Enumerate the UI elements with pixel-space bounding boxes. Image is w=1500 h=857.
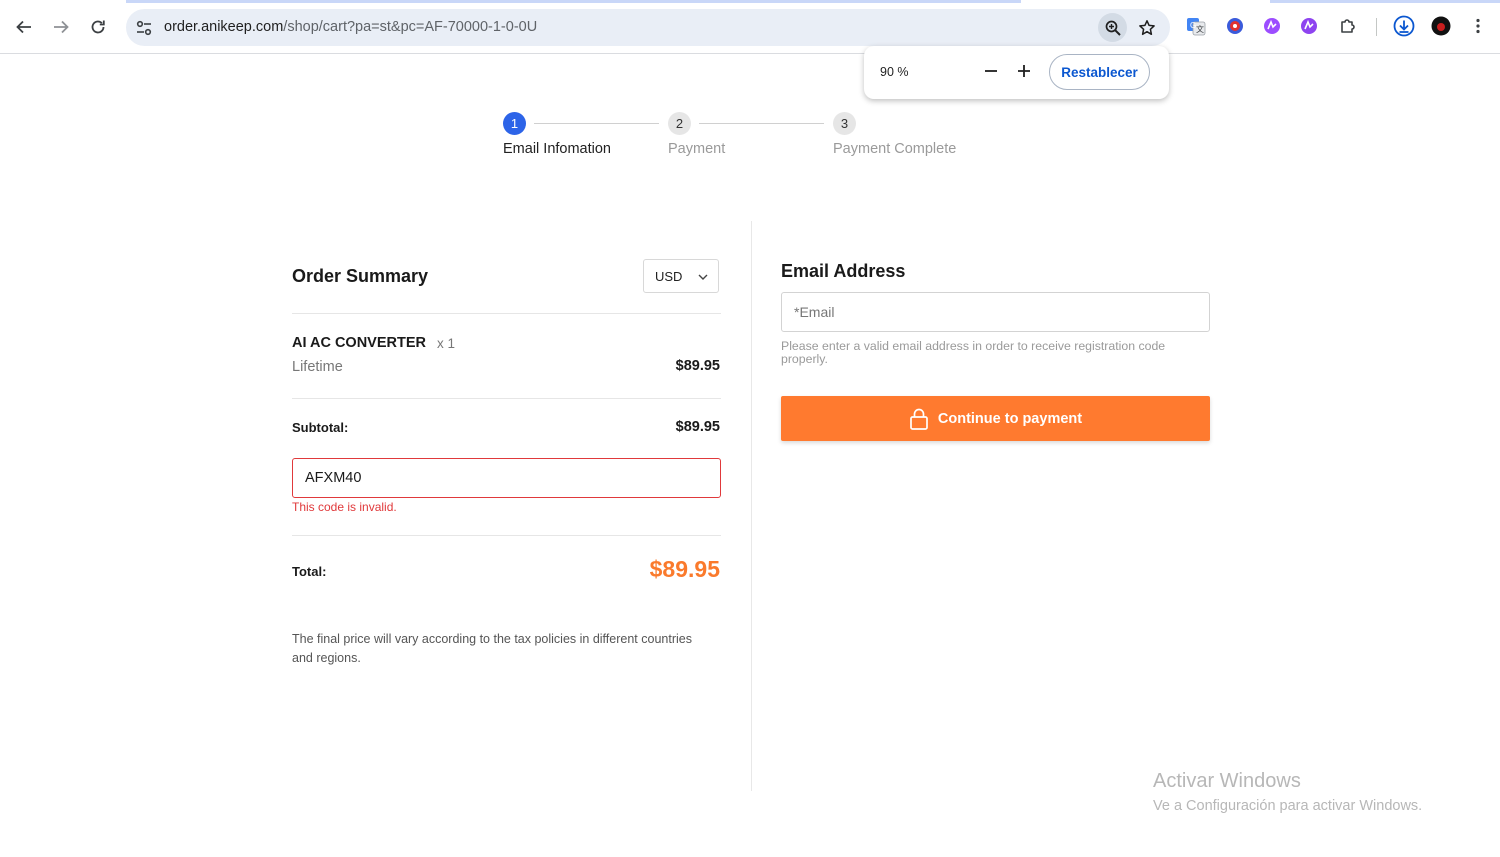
step-2-label: Payment — [668, 141, 726, 157]
lock-icon — [910, 408, 928, 430]
divider — [292, 535, 721, 536]
subtotal-label: Subtotal: — [292, 420, 349, 435]
extensions-puzzle-icon[interactable] — [1338, 16, 1358, 36]
reload-icon[interactable] — [85, 14, 111, 40]
zoom-icon[interactable] — [1098, 13, 1127, 42]
windows-activation-subtitle: Ve a Configuración para activar Windows. — [1153, 798, 1423, 814]
windows-activation-title: Activar Windows — [1153, 770, 1301, 792]
divider — [292, 313, 721, 314]
divider — [292, 398, 721, 399]
step-1-label: Email Infomation — [503, 141, 611, 157]
product-license-term: Lifetime — [292, 359, 343, 375]
coupon-code-input[interactable] — [292, 458, 721, 498]
product-quantity: x 1 — [437, 336, 456, 351]
step-3-number: 3 — [833, 112, 856, 135]
zoom-reset-button[interactable]: Restablecer — [1049, 54, 1150, 90]
url-text[interactable]: order.anikeep.com/shop/cart?pa=st&pc=AF-… — [164, 19, 537, 35]
step-connector — [534, 123, 659, 124]
minus-icon — [985, 70, 997, 72]
total-value: $89.95 — [649, 556, 720, 582]
address-bar[interactable]: order.anikeep.com/shop/cart?pa=st&pc=AF-… — [126, 9, 1170, 46]
column-divider — [751, 221, 752, 791]
more-menu-icon[interactable] — [1468, 16, 1488, 36]
url-path: /shop/cart?pa=st&pc=AF-70000-1-0-0U — [283, 19, 538, 35]
url-host: order.anikeep.com — [164, 19, 284, 35]
site-settings-icon[interactable] — [135, 19, 153, 37]
continue-to-payment-button[interactable]: Continue to payment — [781, 396, 1210, 441]
tax-disclaimer: The final price will vary according to t… — [292, 632, 692, 665]
tab-strip-highlight — [1270, 0, 1500, 3]
email-input[interactable] — [781, 292, 1210, 332]
zoom-popup: 90 % Restablecer — [864, 46, 1169, 99]
google-translate-icon[interactable]: G文 — [1186, 16, 1206, 36]
currency-select[interactable]: USD — [643, 259, 719, 293]
svg-text:文: 文 — [1196, 24, 1204, 34]
forward-arrow-icon[interactable] — [48, 14, 74, 40]
extension-purple-2-icon[interactable] — [1299, 16, 1319, 36]
download-icon[interactable] — [1393, 15, 1415, 37]
zoom-out-button[interactable] — [981, 60, 1001, 82]
total-label: Total: — [292, 564, 327, 579]
bookmark-star-icon[interactable] — [1132, 13, 1161, 42]
tab-strip-highlight — [126, 0, 1021, 3]
product-name: AI AC CONVERTER — [292, 335, 426, 351]
zoom-in-button[interactable] — [1014, 60, 1034, 82]
step-1-number: 1 — [503, 112, 526, 135]
extension-purple-icon[interactable] — [1262, 16, 1282, 36]
currency-value: USD — [655, 269, 683, 284]
continue-to-payment-label: Continue to payment — [937, 410, 1083, 427]
email-hint: Please enter a valid email address in or… — [781, 339, 1166, 366]
email-section-title: Email Address — [781, 261, 906, 281]
profile-avatar-icon[interactable] — [1431, 16, 1451, 36]
extension-shield-icon[interactable] — [1225, 16, 1245, 36]
plus-icon — [1018, 65, 1030, 77]
step-3-label: Payment Complete — [833, 141, 957, 157]
order-summary-title: Order Summary — [292, 266, 429, 286]
subtotal-value: $89.95 — [675, 419, 720, 435]
product-price: $89.95 — [675, 358, 720, 374]
browser-toolbar: order.anikeep.com/shop/cart?pa=st&pc=AF-… — [0, 0, 1500, 54]
toolbar-separator — [1376, 18, 1377, 36]
back-arrow-icon[interactable] — [11, 14, 37, 40]
step-2-number: 2 — [668, 112, 691, 135]
zoom-percent: 90 % — [880, 65, 909, 79]
coupon-error-message: This code is invalid. — [292, 500, 397, 514]
step-connector — [699, 123, 824, 124]
chevron-down-icon — [698, 274, 708, 280]
